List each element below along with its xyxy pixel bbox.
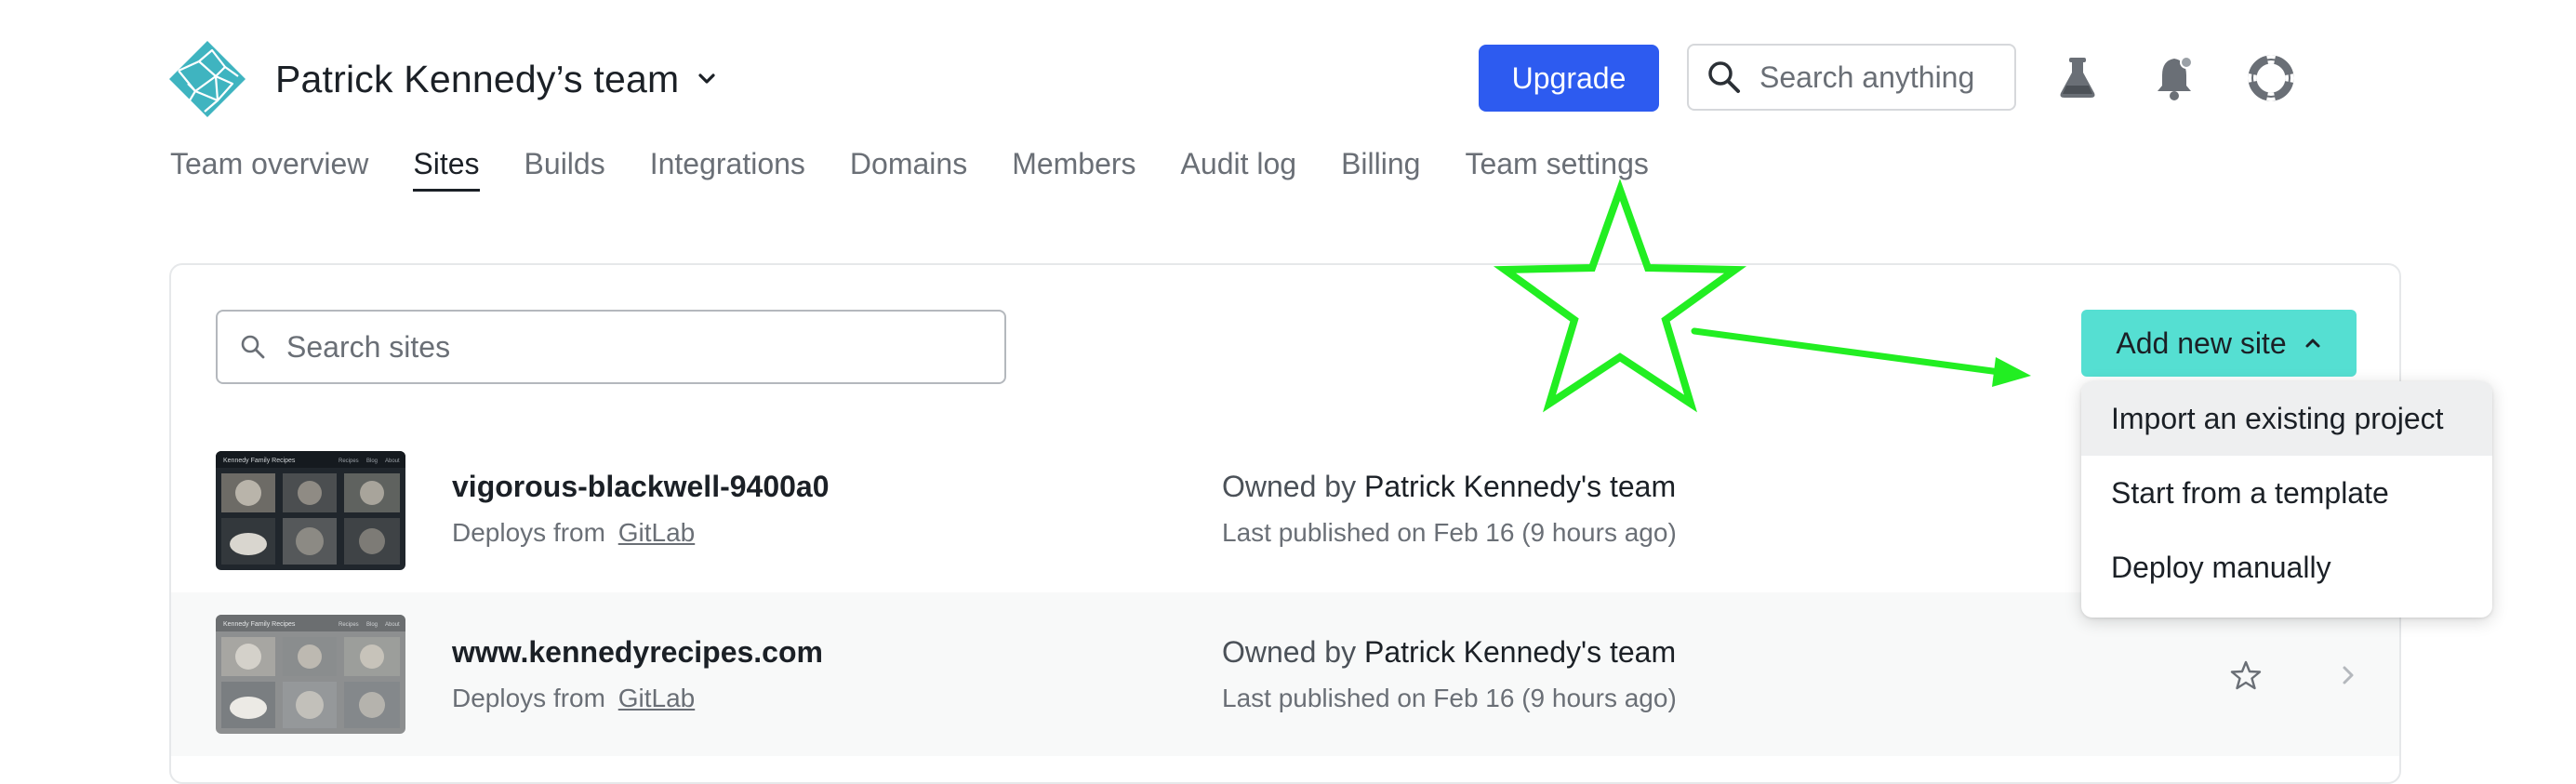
owned-prefix: Owned by — [1222, 635, 1357, 669]
owner-name: Patrick Kennedy's team — [1363, 470, 1677, 503]
search-icon — [241, 335, 265, 359]
tab-audit-log[interactable]: Audit log — [1181, 147, 1297, 192]
thumbnail-nav-about: About — [385, 622, 400, 628]
deploys-prefix: Deploys from — [452, 518, 605, 547]
add-new-site-button[interactable]: Add new site — [2081, 310, 2357, 377]
tab-team-settings[interactable]: Team settings — [1465, 147, 1648, 192]
site-thumbnail: Kennedy Family Recipes Recipes Blog Abou… — [216, 615, 405, 734]
tab-domains[interactable]: Domains — [850, 147, 967, 192]
upgrade-button[interactable]: Upgrade — [1479, 45, 1659, 112]
thumbnail-nav-blog: Blog — [366, 622, 378, 628]
chevron-up-icon — [2305, 339, 2320, 348]
site-thumbnail: Kennedy Family Recipes Recipes Blog Abou… — [216, 451, 405, 570]
deploys-prefix: Deploys from — [452, 684, 605, 712]
labs-button[interactable] — [2050, 50, 2105, 106]
thumbnail-nav-recipes: Recipes — [339, 622, 359, 628]
site-deploy-source: Deploys from GitLab — [452, 518, 695, 548]
site-row[interactable]: Kennedy Family Recipes Recipes Blog Abou… — [171, 429, 2399, 592]
site-row[interactable]: Kennedy Family Recipes Recipes Blog Abou… — [171, 592, 2399, 756]
netlify-logo — [169, 41, 246, 117]
thumbnail-title: Kennedy Family Recipes — [223, 621, 296, 628]
team-nav: Team overview Sites Builds Integrations … — [170, 147, 1693, 192]
site-owner: Owned by Patrick Kennedy's team — [1222, 635, 1676, 670]
site-last-published: Last published on Feb 16 (9 hours ago) — [1222, 518, 1677, 547]
owner-name: Patrick Kennedy's team — [1363, 635, 1677, 669]
menu-item-import-project[interactable]: Import an existing project — [2081, 381, 2492, 456]
menu-item-deploy-manually[interactable]: Deploy manually — [2081, 530, 2492, 605]
tab-billing[interactable]: Billing — [1341, 147, 1420, 192]
site-name[interactable]: www.kennedyrecipes.com — [452, 635, 823, 670]
site-last-published: Last published on Feb 16 (9 hours ago) — [1222, 684, 1677, 712]
global-search-input[interactable]: Search anything — [1687, 44, 2016, 111]
search-sites-input[interactable]: Search sites — [216, 310, 1006, 384]
bell-icon — [2158, 56, 2193, 100]
add-new-site-label: Add new site — [2116, 326, 2287, 360]
search-sites-placeholder: Search sites — [286, 329, 451, 364]
thumbnail-nav-recipes: Recipes — [339, 458, 359, 464]
thumbnail-nav-blog: Blog — [366, 458, 378, 464]
search-icon — [1708, 61, 1740, 93]
tab-members[interactable]: Members — [1012, 147, 1135, 192]
site-name[interactable]: vigorous-blackwell-9400a0 — [452, 470, 830, 504]
flask-icon — [2060, 58, 2095, 98]
thumbnail-title: Kennedy Family Recipes — [223, 458, 296, 464]
add-site-menu: Import an existing project Start from a … — [2081, 381, 2492, 618]
favorite-star-icon[interactable] — [2230, 659, 2262, 691]
tab-builds[interactable]: Builds — [524, 147, 605, 192]
thumbnail-nav-about: About — [385, 458, 400, 464]
lifebuoy-icon — [2248, 55, 2294, 101]
team-name: Patrick Kennedy’s team — [275, 57, 680, 100]
support-button[interactable] — [2243, 50, 2299, 106]
tab-integrations[interactable]: Integrations — [650, 147, 805, 192]
team-switcher[interactable]: Patrick Kennedy’s team — [275, 47, 718, 112]
gitlab-link[interactable]: GitLab — [618, 684, 696, 712]
site-owner: Owned by Patrick Kennedy's team — [1222, 470, 1676, 504]
menu-item-start-template[interactable]: Start from a template — [2081, 456, 2492, 530]
owned-prefix: Owned by — [1222, 470, 1357, 503]
chevron-right-icon[interactable] — [2338, 663, 2358, 687]
tab-sites[interactable]: Sites — [413, 147, 480, 192]
tab-team-overview[interactable]: Team overview — [170, 147, 368, 192]
chevron-down-icon — [698, 73, 715, 84]
notifications-button[interactable] — [2146, 50, 2202, 106]
site-deploy-source: Deploys from GitLab — [452, 684, 695, 713]
global-search-placeholder: Search anything — [1759, 60, 1975, 94]
gitlab-link[interactable]: GitLab — [618, 518, 696, 547]
